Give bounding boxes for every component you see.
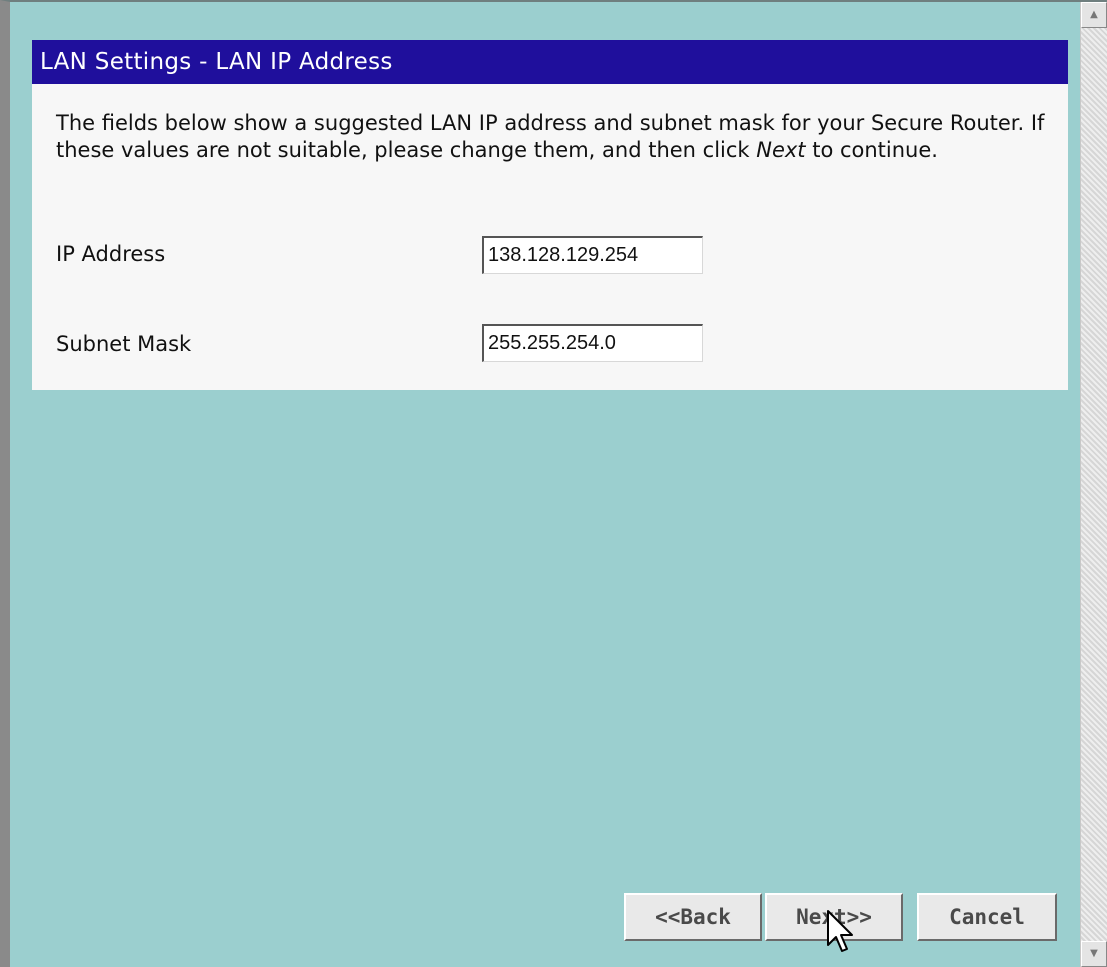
vertical-scrollbar[interactable]: ▲ ▼ — [1080, 2, 1107, 967]
description-text: The fields below show a suggested LAN IP… — [56, 110, 1056, 164]
back-button[interactable]: <<Back — [624, 893, 762, 941]
subnet-mask-input[interactable] — [482, 324, 703, 362]
description-emph: Next — [756, 138, 806, 162]
settings-panel: The fields below show a suggested LAN IP… — [32, 84, 1068, 390]
scroll-down-arrow-icon[interactable]: ▼ — [1081, 941, 1107, 967]
cancel-button[interactable]: Cancel — [917, 893, 1057, 941]
page-title: LAN Settings - LAN IP Address — [32, 40, 1068, 84]
ip-address-input[interactable] — [482, 236, 703, 274]
scroll-up-arrow-icon[interactable]: ▲ — [1081, 2, 1107, 28]
ip-address-label: IP Address — [56, 242, 166, 266]
description-part2: to continue. — [805, 138, 938, 162]
subnet-mask-label: Subnet Mask — [56, 332, 192, 356]
next-button[interactable]: Next>> — [765, 893, 903, 941]
wizard-frame: LAN Settings - LAN IP Address The fields… — [0, 0, 1107, 967]
